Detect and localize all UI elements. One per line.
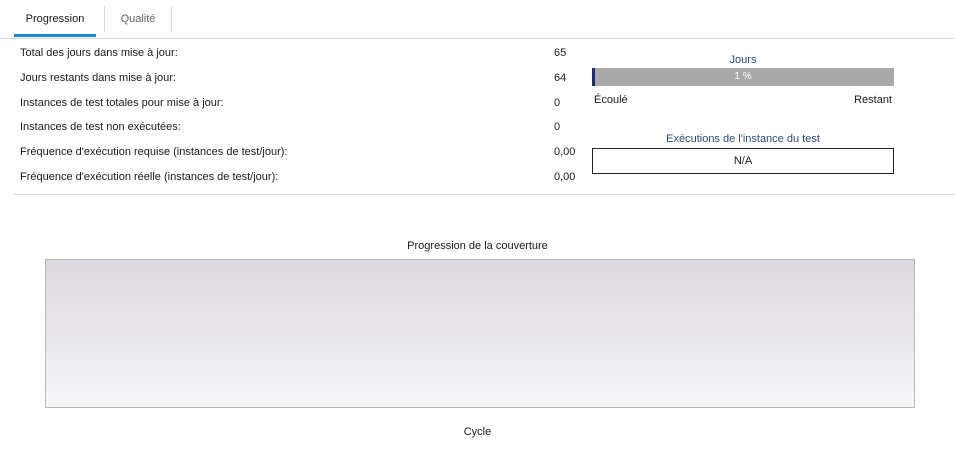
days-gauge-title: Jours [729,54,757,66]
stat-value-total-instances: 0 [554,97,561,109]
section-divider [14,194,955,195]
coverage-chart-title: Progression de la couverture [407,240,548,252]
days-progress-bar: 1 % [592,68,894,86]
remaining-label: Restant [854,94,892,106]
stat-label-unexecuted-instances: Instances de test non exécutées: [20,121,181,133]
executions-value-box: N/A [592,148,894,174]
stat-value-unexecuted-instances: 0 [554,121,561,133]
stat-label-total-days: Total des jours dans mise à jour: [20,47,178,59]
tab-progression[interactable]: Progression [14,4,96,37]
stat-label-remaining-days: Jours restants dans mise à jour: [20,72,176,84]
stat-value-total-days: 65 [554,47,567,59]
stat-value-remaining-days: 64 [554,72,567,84]
elapsed-label: Écoulé [594,94,628,106]
tab-bar: Progression Qualité [0,0,955,39]
stat-value-required-rate: 0,00 [554,146,576,158]
stat-label-required-rate: Fréquence d'exécution requise (instances… [20,146,288,158]
stat-label-total-instances: Instances de test totales pour mise à jo… [20,97,224,109]
executions-gauge-title: Exécutions de l'instance du test [666,133,820,145]
stat-label-actual-rate: Fréquence d'exécution réelle (instances … [20,171,279,183]
tab-qualite[interactable]: Qualité [104,6,172,32]
coverage-chart-plot-area [45,259,915,408]
days-progress-text: 1 % [734,71,752,82]
stat-value-actual-rate: 0,00 [554,171,576,183]
coverage-chart-xlabel: Cycle [463,426,492,438]
